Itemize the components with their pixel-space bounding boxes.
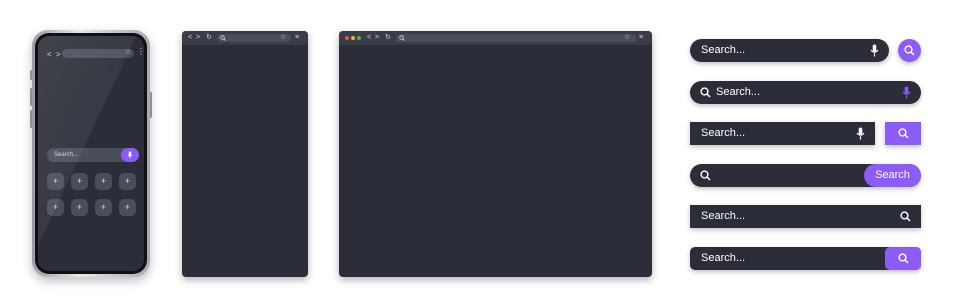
app-tile[interactable]: + bbox=[71, 173, 88, 190]
search-button-1[interactable] bbox=[898, 39, 921, 62]
minimize-window-dot[interactable] bbox=[351, 36, 355, 40]
app-tile[interactable]: + bbox=[71, 199, 88, 216]
search-button-6[interactable] bbox=[885, 247, 921, 270]
phone-search-input[interactable]: Search... bbox=[47, 148, 139, 162]
app-tile[interactable]: + bbox=[95, 199, 112, 216]
search-bar-6[interactable]: Search... bbox=[690, 247, 921, 270]
phone-search-placeholder: Search... bbox=[54, 152, 79, 158]
search-icon bbox=[700, 87, 711, 98]
search-icon bbox=[897, 253, 909, 264]
search-icon bbox=[220, 35, 226, 41]
search-bar-2[interactable]: Search... bbox=[690, 81, 921, 104]
tablet-browser-window: < > ↻ ☆ ≡ bbox=[182, 31, 308, 277]
mic-icon[interactable] bbox=[870, 44, 879, 57]
mic-icon[interactable] bbox=[856, 127, 865, 140]
mic-icon bbox=[127, 151, 133, 159]
search-placeholder: Search... bbox=[701, 210, 746, 222]
phone-kebab-menu-icon[interactable]: ⋮ bbox=[137, 48, 144, 56]
bookmark-star-icon[interactable]: ☆ bbox=[624, 34, 630, 42]
search-icon bbox=[904, 45, 915, 56]
phone-volume-down bbox=[30, 110, 32, 128]
search-bar-1[interactable]: Search... bbox=[690, 39, 889, 62]
search-bar-4[interactable]: Search bbox=[690, 164, 921, 187]
phone-bookmark-star-icon[interactable]: ☆ bbox=[125, 48, 131, 56]
search-icon bbox=[897, 128, 909, 139]
desktop-address-bar[interactable] bbox=[396, 34, 636, 42]
phone-app-grid: + + + + + + + + bbox=[47, 173, 141, 216]
app-tile[interactable]: + bbox=[95, 173, 112, 190]
search-icon[interactable] bbox=[900, 211, 911, 222]
phone-back-forward-icon[interactable]: < > bbox=[47, 50, 62, 59]
phone-screen: < > ☆ ⋮ Search... + + + + + + + + bbox=[38, 36, 144, 271]
search-placeholder: Search... bbox=[701, 44, 746, 56]
phone-mic-button[interactable] bbox=[121, 148, 139, 162]
mic-icon[interactable] bbox=[902, 86, 911, 99]
back-forward-icon[interactable]: < > bbox=[188, 34, 201, 42]
search-placeholder: Search... bbox=[716, 86, 761, 98]
phone-volume-up bbox=[30, 88, 32, 106]
hamburger-menu-icon[interactable]: ≡ bbox=[295, 34, 299, 42]
close-window-dot[interactable] bbox=[345, 36, 349, 40]
desktop-browser-toolbar: < > ↻ ☆ ≡ bbox=[339, 31, 652, 45]
bookmark-star-icon[interactable]: ☆ bbox=[280, 34, 286, 42]
reload-icon[interactable]: ↻ bbox=[206, 34, 212, 42]
maximize-window-dot[interactable] bbox=[357, 36, 361, 40]
search-icon bbox=[399, 35, 405, 41]
search-bar-5[interactable]: Search... bbox=[690, 205, 921, 228]
phone-bezel: < > ☆ ⋮ Search... + + + + + + + + bbox=[35, 33, 147, 274]
search-button-3[interactable] bbox=[885, 122, 921, 145]
app-tile[interactable]: + bbox=[47, 199, 64, 216]
tablet-browser-toolbar: < > ↻ ☆ ≡ bbox=[182, 31, 308, 45]
phone-mute-switch bbox=[30, 70, 32, 80]
phone-address-bar[interactable] bbox=[62, 49, 134, 58]
reload-icon[interactable]: ↻ bbox=[385, 34, 391, 42]
back-forward-icon[interactable]: < > bbox=[367, 34, 380, 42]
app-tile[interactable]: + bbox=[119, 173, 136, 190]
search-placeholder: Search... bbox=[701, 252, 746, 264]
search-button-4[interactable]: Search bbox=[864, 164, 921, 187]
phone-power-button bbox=[150, 92, 152, 118]
desktop-browser-window: < > ↻ ☆ ≡ bbox=[339, 31, 652, 277]
search-placeholder: Search... bbox=[701, 127, 746, 139]
phone-mockup: < > ☆ ⋮ Search... + + + + + + + + bbox=[30, 30, 152, 277]
hamburger-menu-icon[interactable]: ≡ bbox=[639, 34, 643, 42]
app-tile[interactable]: + bbox=[47, 173, 64, 190]
app-tile[interactable]: + bbox=[119, 199, 136, 216]
search-icon bbox=[700, 170, 711, 181]
search-bar-3[interactable]: Search... bbox=[690, 122, 875, 145]
